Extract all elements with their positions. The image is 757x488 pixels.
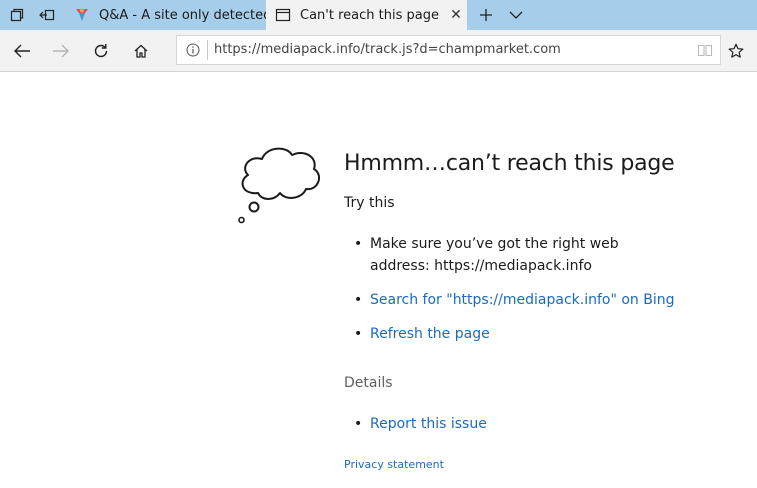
refresh-icon[interactable]: [82, 30, 120, 71]
reading-view-icon[interactable]: [697, 43, 713, 57]
tab-cant-reach[interactable]: Can't reach this page ✕: [266, 0, 467, 30]
privacy-statement-link[interactable]: Privacy statement: [344, 458, 444, 471]
url-text[interactable]: https://mediapack.info/track.js?d=champm…: [214, 42, 561, 57]
details-toggle[interactable]: Details: [344, 375, 393, 391]
suggestion-line-1: Make sure you’ve got the right web: [370, 236, 619, 252]
home-icon[interactable]: [122, 30, 160, 71]
bullet: •: [354, 292, 363, 308]
navigation-toolbar: https://mediapack.info/track.js?d=champm…: [0, 30, 757, 72]
bullet: •: [354, 236, 363, 252]
back-arrow-icon[interactable]: [3, 30, 41, 71]
tab-title: Q&A - A site only detected: [99, 7, 266, 23]
tab-title: Can't reach this page: [300, 7, 439, 23]
search-bing-link[interactable]: Search for "https://mediapack.info" on B…: [370, 289, 675, 311]
set-tabs-aside-icon[interactable]: [32, 0, 62, 30]
info-icon[interactable]: [186, 43, 200, 57]
tab-strip: Q&A - A site only detected Can't reach t…: [0, 0, 757, 30]
try-this-label: Try this: [344, 195, 395, 211]
forward-arrow-icon[interactable]: [42, 30, 80, 71]
new-tab-icon[interactable]: [472, 0, 500, 30]
tab-qa[interactable]: Q&A - A site only detected: [65, 0, 266, 30]
qa-favicon-icon: [76, 8, 88, 21]
chevron-down-icon[interactable]: [502, 0, 530, 30]
refresh-page-link[interactable]: Refresh the page: [370, 323, 490, 345]
address-bar[interactable]: https://mediapack.info/track.js?d=champm…: [176, 35, 721, 65]
tabs-aside-icon[interactable]: [2, 0, 32, 30]
address-separator: [207, 40, 208, 60]
thought-cloud-icon: [238, 147, 321, 224]
error-page-content: Hmmm…can’t reach this page Try this • Ma…: [0, 72, 757, 488]
close-tab-icon[interactable]: ✕: [445, 7, 467, 23]
bullet: •: [354, 326, 363, 342]
page-icon: [275, 8, 291, 22]
bullet: •: [354, 416, 363, 432]
favorite-star-icon[interactable]: [721, 30, 751, 71]
suggestion-line-2: address: https://mediapack.info: [370, 258, 592, 274]
page-title: Hmmm…can’t reach this page: [344, 151, 675, 176]
report-issue-link[interactable]: Report this issue: [370, 413, 487, 435]
suggestion-text: Make sure you’ve got the right web addre…: [370, 233, 619, 277]
